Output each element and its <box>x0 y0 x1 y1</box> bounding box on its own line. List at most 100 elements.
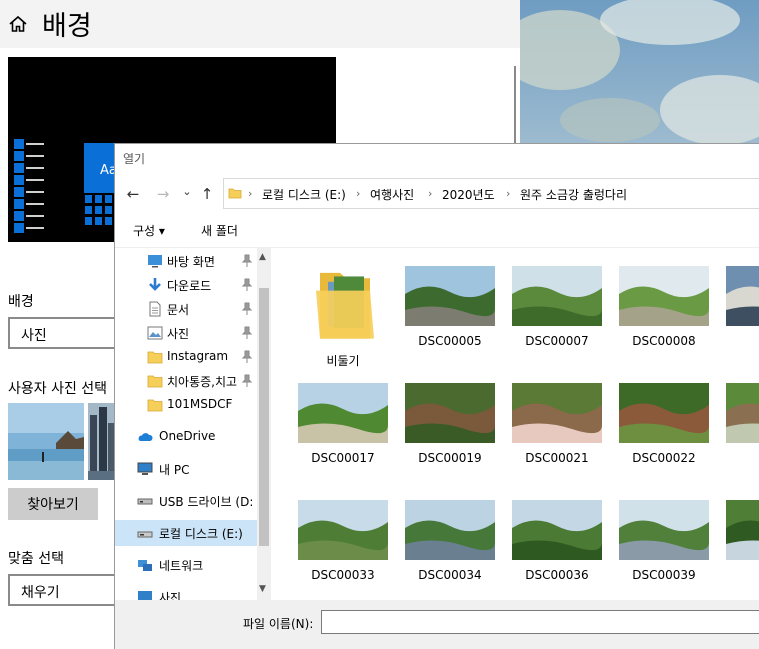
nav-item-instagram[interactable]: Instagram <box>115 344 257 370</box>
nav-item-pictures-2[interactable]: 사진 <box>115 584 257 600</box>
usb-drive-icon <box>137 498 153 505</box>
background-label: 배경 <box>8 294 34 310</box>
nav-item-downloads[interactable]: 다운로드 <box>115 272 257 298</box>
organize-button[interactable]: 구성 ▾ <box>133 222 165 239</box>
settings-scrollbar[interactable] <box>514 66 516 150</box>
photo-file-item[interactable]: DSC00039 <box>612 490 716 600</box>
photo-thumbnail <box>619 383 709 443</box>
choose-photo-label: 사용자 사진 선택 <box>8 381 108 397</box>
navigation-pane-scrollbar[interactable]: ▲ ▼ <box>257 248 271 600</box>
recent-locations-button[interactable]: ⌄ <box>177 182 197 202</box>
file-name: DSC00021 <box>525 451 589 465</box>
photo-thumbnail <box>619 266 709 326</box>
pin-icon <box>241 374 253 387</box>
photo-thumbnail-beach[interactable] <box>8 403 84 480</box>
scroll-up-arrow-icon[interactable]: ▲ <box>259 252 266 262</box>
scrollbar-thumb[interactable] <box>259 288 269 546</box>
photo-file-item[interactable]: DSC <box>719 373 759 483</box>
dialog-title: 열기 <box>123 152 146 166</box>
file-name: DSC00008 <box>632 334 696 348</box>
pin-icon <box>241 278 253 291</box>
photo-thumbnail <box>405 383 495 443</box>
file-name: DSC00017 <box>311 451 375 465</box>
photo-thumbnail <box>405 500 495 560</box>
nav-item-101msdcf[interactable]: 101MSDCF <box>115 392 257 418</box>
document-icon <box>149 301 161 317</box>
browse-button[interactable]: 찾아보기 <box>8 488 98 520</box>
photo-file-item[interactable]: DSC00017 <box>291 373 395 483</box>
nav-item-usb-drive[interactable]: USB 드라이브 (D: <box>115 488 257 514</box>
fit-dropdown[interactable]: 채우기 <box>8 574 118 606</box>
photo-file-item[interactable]: DSC00033 <box>291 490 395 600</box>
photo-thumbnail <box>619 500 709 560</box>
breadcrumb-year[interactable]: 2020년도 <box>442 186 495 203</box>
nav-item-label: 네트워크 <box>159 559 204 573</box>
folder-item[interactable]: 비둘기 <box>291 256 395 368</box>
file-name: DSC00039 <box>632 568 696 582</box>
photo-file-item[interactable]: DSC00008 <box>612 256 716 366</box>
breadcrumb-travel-photos[interactable]: 여행사진 <box>370 186 414 203</box>
pictures-icon <box>147 326 163 340</box>
file-name: DSC00005 <box>418 334 482 348</box>
nav-item-pictures[interactable]: 사진 <box>115 320 257 346</box>
photo-thumbnail <box>726 383 759 443</box>
background-dropdown[interactable]: 사진 <box>8 317 118 349</box>
preview-start-list <box>14 139 46 239</box>
photo-thumbnail <box>298 383 388 443</box>
background-dropdown-value: 사진 <box>21 328 47 344</box>
photo-file-item[interactable]: DSC00036 <box>505 490 609 600</box>
folder-icon <box>228 188 242 199</box>
pin-icon <box>241 350 253 363</box>
file-name: DSC00022 <box>632 451 696 465</box>
navigation-pane: 바탕 화면 다운로드 문서 사진 Instagram 치아통증,치고 101MS… <box>115 248 271 600</box>
nav-item-label: 다운로드 <box>167 279 212 293</box>
file-name: DSC00036 <box>525 568 589 582</box>
nav-item-label: 치아통증,치고 <box>167 375 238 389</box>
breadcrumb-separator: › <box>506 187 511 200</box>
address-bar[interactable]: › 로컬 디스크 (E:) › 여행사진 › 2020년도 › 원주 소금강 출… <box>223 178 759 209</box>
nav-item-folder-toothache[interactable]: 치아통증,치고 <box>115 368 257 394</box>
scroll-down-arrow-icon[interactable]: ▼ <box>259 584 266 594</box>
nav-item-documents[interactable]: 문서 <box>115 296 257 322</box>
nav-item-local-disk-e[interactable]: 로컬 디스크 (E:) <box>115 520 257 546</box>
network-icon <box>138 560 152 571</box>
new-folder-button[interactable]: 새 폴더 <box>201 222 238 239</box>
nav-item-label: 사진 <box>167 327 190 341</box>
page-title: 배경 <box>42 11 92 42</box>
filename-input[interactable] <box>321 610 759 634</box>
photo-file-item[interactable]: DSC00005 <box>398 256 502 366</box>
nav-item-label: 내 PC <box>159 463 190 477</box>
photo-file-item[interactable]: DSC00022 <box>612 373 716 483</box>
file-name: DSC00007 <box>525 334 589 348</box>
file-list: 비둘기 DSC00005 DSC00007 DSC00008 DSC DSC00017 DS… <box>273 248 759 600</box>
nav-item-label: 101MSDCF <box>167 397 233 411</box>
pin-icon <box>241 326 253 339</box>
up-button[interactable]: ↑ <box>197 184 217 204</box>
screen: 배경 Aa 배경 사진 사용자 사진 선택 찾아보기 맞춤 선택 채우기 열기 … <box>0 0 759 649</box>
photo-file-item[interactable]: DSC00021 <box>505 373 609 483</box>
nav-item-onedrive[interactable]: OneDrive <box>115 424 257 450</box>
photo-file-item[interactable]: DSC00034 <box>398 490 502 600</box>
file-name: DSC <box>719 568 759 582</box>
breadcrumb-local-disk[interactable]: 로컬 디스크 (E:) <box>262 186 346 203</box>
home-icon[interactable] <box>8 14 28 34</box>
back-button[interactable]: ← <box>123 184 143 204</box>
drive-icon <box>137 531 153 538</box>
photo-file-item[interactable]: DSC <box>719 490 759 600</box>
photo-thumbnail-city[interactable] <box>88 403 114 480</box>
photo-file-item[interactable]: DSC00019 <box>398 373 502 483</box>
nav-item-network[interactable]: 네트워크 <box>115 552 257 578</box>
photo-thumbnail <box>405 266 495 326</box>
wallpaper-sky-preview <box>520 0 759 145</box>
nav-item-this-pc[interactable]: 내 PC <box>115 456 257 482</box>
breadcrumb-separator: › <box>428 187 433 200</box>
breadcrumb-current-folder[interactable]: 원주 소금강 출렁다리 <box>520 186 627 203</box>
nav-item-desktop[interactable]: 바탕 화면 <box>115 248 257 274</box>
desktop-icon <box>148 255 162 268</box>
photo-file-item[interactable]: DSC <box>719 256 759 366</box>
photo-file-item[interactable]: DSC00007 <box>505 256 609 366</box>
forward-button[interactable]: → <box>153 184 173 204</box>
folder-icon <box>147 399 163 412</box>
file-name: DSC <box>719 451 759 465</box>
file-name: DSC <box>719 334 759 348</box>
